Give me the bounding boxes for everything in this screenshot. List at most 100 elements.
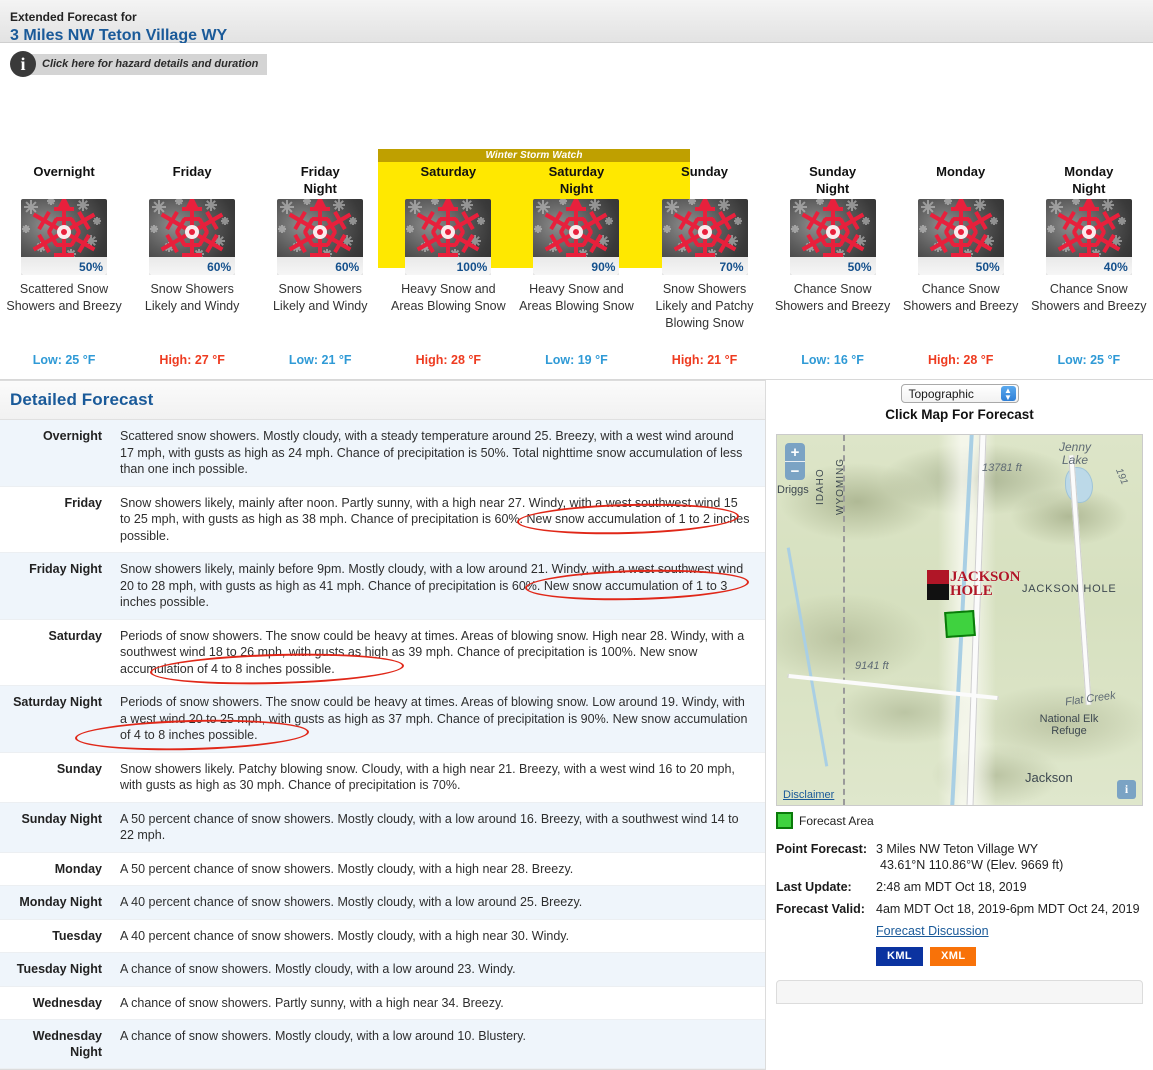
detailed-forecast-text: Scattered snow showers. Mostly cloudy, w… <box>120 429 743 476</box>
snowflake-icon: 70% <box>661 199 748 275</box>
detailed-forecast-row: Saturday Periods of snow showers. The sn… <box>0 620 765 687</box>
forecast-card[interactable]: Saturday 100% Heavy Snow and Areas Blowi… <box>384 163 512 367</box>
precip-probability: 50% <box>975 260 1000 274</box>
forecast-card-day-line1: Saturday <box>420 164 477 179</box>
forecast-card-day: Friday <box>128 163 256 197</box>
forecast-card[interactable]: Overnight 50% Scattered Snow Showers and… <box>0 163 128 367</box>
detailed-forecast-text: A chance of snow showers. Mostly cloudy,… <box>120 962 516 976</box>
forecast-card[interactable]: Sunday Night 50% Chance Snow Showers and… <box>769 163 897 367</box>
click-map-label: Click Map For Forecast <box>885 407 1034 422</box>
detailed-forecast-rows: Overnight Scattered snow showers. Mostly… <box>0 420 765 1069</box>
detailed-forecast-period: Wednesday Night <box>32 1029 102 1059</box>
map-legend: Forecast Area <box>776 812 1153 829</box>
page-header: Extended Forecast for 3 Miles NW Teton V… <box>0 0 1153 44</box>
forecast-card[interactable]: Saturday Night 90% Heavy Snow and Areas … <box>512 163 640 367</box>
forecast-valid-link[interactable]: Forecast Valid <box>776 902 861 916</box>
jackson-hole-mark-icon <box>927 570 949 600</box>
point-forecast-table: Point Forecast: 3 Miles NW Teton Village… <box>776 841 1153 939</box>
lower-content: Detailed Forecast Overnight Scattered sn… <box>0 380 1153 1070</box>
forecast-card[interactable]: Sunday 70% Snow Showers Likely and Patch… <box>640 163 768 367</box>
forecast-card-day-line1: Monday <box>1064 164 1114 179</box>
map-label-elk-refuge: National Elk Refuge <box>1039 713 1099 737</box>
detailed-forecast-text: Periods of snow showers. The snow could … <box>110 620 765 687</box>
forecast-valid-label-wrap: Forecast Valid: <box>776 901 876 917</box>
extended-forecast-panel: i Click here for hazard details and dura… <box>0 43 1153 380</box>
forecast-card-temperature: High: 27 °F <box>159 353 225 367</box>
forecast-area-legend-label: Forecast Area <box>799 813 874 828</box>
zoom-in-button[interactable]: + <box>785 443 805 461</box>
detailed-forecast-text: A 40 percent chance of snow showers. Mos… <box>120 895 583 909</box>
header-eyebrow: Extended Forecast for <box>10 10 137 24</box>
detailed-forecast-period: Saturday <box>48 628 103 643</box>
forecast-discussion-link[interactable]: Forecast Discussion <box>876 924 989 938</box>
detailed-forecast-period: Monday <box>54 861 102 876</box>
detailed-forecast-period: Overnight <box>42 429 102 443</box>
forecast-card[interactable]: Friday Night 60% Snow Showers Likely and… <box>256 163 384 367</box>
forecast-card-day-line1: Monday <box>936 164 986 179</box>
colon-1: : <box>847 880 852 894</box>
hazard-details-link[interactable]: i Click here for hazard details and dura… <box>10 51 268 77</box>
forecast-card[interactable]: Friday 60% Snow Showers Likely and Windy… <box>128 163 256 367</box>
detailed-forecast-period: Tuesday <box>52 928 102 943</box>
jackson-hole-wordmark-line2: HOLE <box>950 583 993 599</box>
forecast-card-description: Heavy Snow and Areas Blowing Snow <box>391 282 506 313</box>
colon-2: : <box>860 902 865 916</box>
precip-probability: 100% <box>456 260 488 274</box>
forecast-card-day-line1: Saturday <box>548 164 605 179</box>
point-forecast-coords: 43.61°N 110.86°W (Elev. 9669 ft) <box>880 858 1064 872</box>
detailed-forecast-row: Sunday Night A 50 percent chance of snow… <box>0 802 765 853</box>
precip-probability: 40% <box>1103 260 1128 274</box>
spacer-cell <box>776 923 876 939</box>
detailed-forecast-text: A 50 percent chance of snow showers. Mos… <box>120 811 739 843</box>
forecast-card-description: Snow Showers Likely and Windy <box>144 282 240 313</box>
forecast-card[interactable]: Monday Night 40% Chance Snow Showers and… <box>1025 163 1153 367</box>
forecast-card-day-line2: Night <box>303 181 337 196</box>
map-label-driggs: Driggs <box>777 484 809 496</box>
forecast-area-swatch-icon <box>776 812 793 829</box>
forecast-card[interactable]: Monday 50% Chance Snow Showers and Breez… <box>897 163 1025 367</box>
forecast-card-day: Monday <box>897 163 1025 197</box>
annotation-ellipse <box>149 650 405 687</box>
detailed-forecast-row: Friday Snow showers likely, mainly after… <box>0 487 765 553</box>
jackson-hole-resort-logo: JACKSON HOLE <box>927 570 1020 600</box>
map-disclaimer-link[interactable]: Disclaimer <box>783 789 834 801</box>
kml-button[interactable]: KML <box>876 947 924 966</box>
precip-probability: 50% <box>79 260 104 274</box>
xml-button[interactable]: XML <box>930 947 977 966</box>
map-label-jackson-hole-valley: JACKSON HOLE <box>1022 583 1117 595</box>
detailed-forecast-period: Wednesday <box>32 995 102 1010</box>
detailed-forecast-period: Friday Night <box>29 562 102 576</box>
map-label-peak-9141: 9141 ft <box>855 660 889 672</box>
bottom-panel-placeholder <box>776 980 1143 1004</box>
info-icon: i <box>10 51 36 77</box>
precip-probability: 60% <box>335 260 360 274</box>
snowflake-icon: 50% <box>789 199 876 275</box>
zoom-out-button[interactable]: − <box>785 461 805 480</box>
detailed-forecast-text: Snow showers likely, mainly before 9pm. … <box>110 553 765 619</box>
detailed-forecast-text: A chance of snow showers. Partly sunny, … <box>120 995 504 1010</box>
map-type-select[interactable]: Topographic ▲ ▼ <box>900 384 1019 403</box>
detailed-forecast-period: Monday Night <box>19 895 102 909</box>
forecast-card-day-line2: Night <box>816 181 850 196</box>
map-zoom-controls[interactable]: + − <box>785 443 805 480</box>
point-forecast-value-wrap: 3 Miles NW Teton Village WY 43.61°N 110.… <box>876 841 1153 873</box>
forecast-card-day: Saturday Night <box>512 163 640 197</box>
forecast-card-temperature: High: 21 °F <box>671 353 738 367</box>
forecast-card-temperature: Low: 16 °F <box>801 353 864 367</box>
forecast-valid-row: Forecast Valid: 4am MDT Oct 18, 2019-6pm… <box>776 901 1153 917</box>
forecast-card-day-line1: Friday <box>172 164 212 179</box>
forecast-card-description: Snow Showers Likely and Patchy Blowing S… <box>655 282 754 330</box>
last-update-link[interactable]: Last Update <box>776 880 848 894</box>
jackson-hole-wordmark: JACKSON HOLE <box>950 570 1020 599</box>
detailed-forecast-text: Snow showers likely, mainly after noon. … <box>120 495 750 543</box>
snowflake-icon: 60% <box>277 199 364 275</box>
precip-probability: 70% <box>719 260 744 274</box>
forecast-card-description: Scattered Snow Showers and Breezy <box>6 282 122 313</box>
map-info-button[interactable]: i <box>1117 780 1136 799</box>
forecast-map[interactable]: + − IDAHO WYOMING Driggs Jenny Lake 1378… <box>776 434 1143 806</box>
forecast-card-day-line2: Night <box>559 181 594 196</box>
detailed-forecast-text: A 40 percent chance of snow showers. Mos… <box>120 928 570 943</box>
forecast-card-temperature: Low: 25 °F <box>1057 353 1121 367</box>
forecast-discussion-row: Forecast Discussion <box>776 923 1153 939</box>
point-forecast-location: 3 Miles NW Teton Village WY <box>876 842 1039 856</box>
